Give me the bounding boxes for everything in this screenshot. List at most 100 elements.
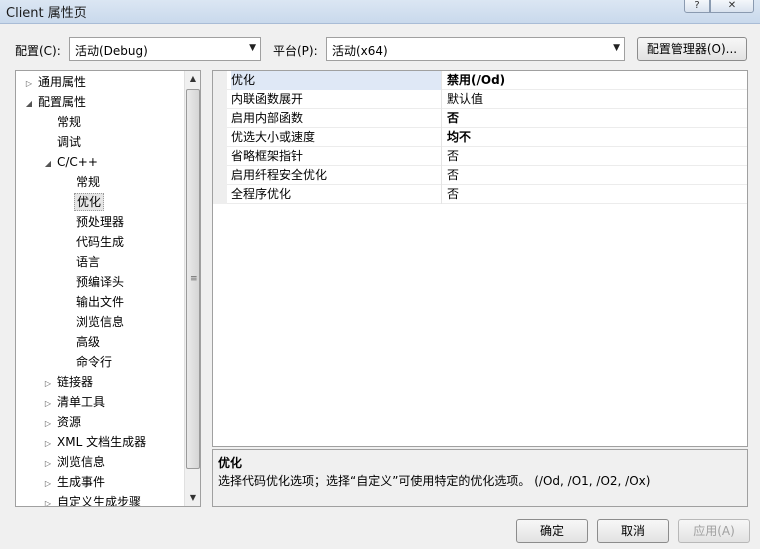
cancel-button[interactable]: 取消 xyxy=(597,519,669,543)
tree-item-label: 常规 xyxy=(76,175,101,189)
property-tree[interactable]: ▷ 通用属性 ◢ 配置属性 常规 调试 ◢ C/C++ 常规 优化 预处理器 代码生成 语言 预编译头 输出… xyxy=(15,70,201,507)
help-button[interactable]: ? xyxy=(684,0,710,13)
tree-expander-icon[interactable]: ◢ xyxy=(22,94,36,114)
scroll-up-icon[interactable]: ▲ xyxy=(185,71,201,87)
tree-scrollbar[interactable]: ▲ ≡ ▼ xyxy=(184,71,200,506)
tree-item[interactable]: 浏览信息 xyxy=(60,312,126,332)
property-row[interactable]: 全程序优化否 xyxy=(213,185,747,204)
tree-item-label: 命令行 xyxy=(76,355,113,369)
tree-expander-icon[interactable]: ▷ xyxy=(41,474,55,494)
config-select-value: 活动(Debug) xyxy=(75,44,148,58)
tree-item-label: 高级 xyxy=(76,335,101,349)
config-select[interactable]: 活动(Debug) ▼ xyxy=(69,37,261,61)
property-name: 优选大小或速度 xyxy=(231,128,442,147)
row-gutter xyxy=(213,128,227,147)
tree-item-label: 链接器 xyxy=(57,375,94,389)
property-row[interactable]: 启用内部函数否 xyxy=(213,109,747,128)
tree-item-label: 预编译头 xyxy=(76,275,125,289)
tree-item-label: 浏览信息 xyxy=(57,455,106,469)
tree-expander-icon[interactable]: ▷ xyxy=(41,454,55,474)
property-name: 全程序优化 xyxy=(231,185,442,204)
property-name: 省略框架指针 xyxy=(231,147,442,166)
tree-item-label: 调试 xyxy=(57,135,82,149)
property-value[interactable]: 否 xyxy=(447,166,459,184)
tree-expander-icon[interactable]: ▷ xyxy=(41,374,55,394)
description-text: 选择代码优化选项；选择“自定义”可使用特定的优化选项。 (/Od, /O1, /… xyxy=(218,474,651,488)
tree-item[interactable]: ▷ XML 文档生成器 xyxy=(41,432,148,452)
tree-item[interactable]: 代码生成 xyxy=(60,232,126,252)
property-value[interactable]: 否 xyxy=(447,185,459,203)
property-row[interactable]: 省略框架指针否 xyxy=(213,147,747,166)
tree-item-label: 输出文件 xyxy=(76,295,125,309)
description-panel: 优化 选择代码优化选项；选择“自定义”可使用特定的优化选项。 (/Od, /O1… xyxy=(212,449,748,507)
platform-label: 平台(P): xyxy=(273,44,318,58)
tree-expander-icon[interactable]: ▷ xyxy=(41,434,55,454)
property-value[interactable]: 否 xyxy=(447,147,459,165)
config-manager-button[interactable]: 配置管理器(O)... xyxy=(637,37,747,61)
tree-item[interactable]: 高级 xyxy=(60,332,102,352)
property-row[interactable]: 优化 禁用(/Od) xyxy=(213,71,747,90)
tree-item-label: 优化 xyxy=(74,193,105,211)
tree-item[interactable]: 命令行 xyxy=(60,352,114,372)
tree-item[interactable]: 语言 xyxy=(60,252,102,272)
tree-item[interactable]: 常规 xyxy=(60,172,102,192)
row-gutter xyxy=(213,147,227,166)
tree-item[interactable]: 优化 xyxy=(60,192,105,212)
property-row[interactable]: 内联函数展开 默认值 xyxy=(213,90,747,109)
property-name: 启用内部函数 xyxy=(231,109,442,128)
config-label: 配置(C): xyxy=(15,44,61,58)
property-row[interactable]: 优选大小或速度 均不 xyxy=(213,128,747,147)
tree-item[interactable]: ▷ 清单工具 xyxy=(41,392,107,412)
row-gutter xyxy=(213,71,227,90)
tree-item[interactable]: 预处理器 xyxy=(60,212,126,232)
close-button[interactable]: ✕ xyxy=(710,0,754,13)
property-name: 内联函数展开 xyxy=(231,90,442,109)
tree-item-label: XML 文档生成器 xyxy=(57,435,147,449)
tree-item[interactable]: ▷ 通用属性 xyxy=(22,72,88,92)
tree-item-label: 代码生成 xyxy=(76,235,125,249)
dropdown-arrow-icon: ▼ xyxy=(613,43,620,53)
tree-expander-icon[interactable]: ▷ xyxy=(41,394,55,414)
property-name: 优化 xyxy=(231,71,442,90)
window-title: Client 属性页 xyxy=(6,6,87,21)
tree-item[interactable]: ▷ 资源 xyxy=(41,412,83,432)
tree-item-label: 预处理器 xyxy=(76,215,125,229)
apply-button[interactable]: 应用(A) xyxy=(678,519,750,543)
tree-item-label: 常规 xyxy=(57,115,82,129)
property-grid[interactable]: 优化 禁用(/Od) 内联函数展开 默认值 启用内部函数否优选大小或速度 均不 省略框架指针… xyxy=(212,70,748,447)
tree-item-label: 自定义生成步骤 xyxy=(57,495,142,507)
platform-select-value: 活动(x64) xyxy=(332,44,388,58)
property-value[interactable]: 均不 xyxy=(447,128,471,146)
tree-item[interactable]: ◢ C/C++ xyxy=(41,152,100,172)
dropdown-arrow-icon: ▼ xyxy=(249,43,256,53)
row-gutter xyxy=(213,185,227,204)
property-value[interactable]: 禁用(/Od) xyxy=(447,71,505,89)
tree-item[interactable]: ▷ 链接器 xyxy=(41,372,95,392)
tree-item[interactable]: 输出文件 xyxy=(60,292,126,312)
ok-button[interactable]: 确定 xyxy=(516,519,588,543)
row-gutter xyxy=(213,109,227,128)
tree-item[interactable]: ▷ 自定义生成步骤 xyxy=(41,492,143,507)
description-title: 优化 xyxy=(218,456,243,470)
property-value[interactable]: 默认值 xyxy=(447,90,483,108)
tree-item[interactable]: 预编译头 xyxy=(60,272,126,292)
property-value[interactable]: 否 xyxy=(447,109,459,127)
tree-item-label: 配置属性 xyxy=(38,95,87,109)
tree-item[interactable]: ◢ 配置属性 xyxy=(22,92,88,112)
property-name: 启用纤程安全优化 xyxy=(231,166,442,185)
tree-item[interactable]: ▷ 浏览信息 xyxy=(41,452,107,472)
scroll-down-icon[interactable]: ▼ xyxy=(185,490,201,506)
tree-item[interactable]: 调试 xyxy=(41,132,83,152)
tree-item[interactable]: 常规 xyxy=(41,112,83,132)
scroll-thumb[interactable]: ≡ xyxy=(186,89,200,469)
row-gutter xyxy=(213,166,227,185)
platform-select[interactable]: 活动(x64) ▼ xyxy=(326,37,625,61)
tree-item[interactable]: ▷ 生成事件 xyxy=(41,472,107,492)
row-gutter xyxy=(213,90,227,109)
tree-item-label: C/C++ xyxy=(57,155,98,169)
tree-expander-icon[interactable]: ◢ xyxy=(41,154,55,174)
tree-expander-icon[interactable]: ▷ xyxy=(41,414,55,434)
tree-expander-icon[interactable]: ▷ xyxy=(22,74,36,94)
tree-expander-icon[interactable]: ▷ xyxy=(41,494,55,506)
property-row[interactable]: 启用纤程安全优化否 xyxy=(213,166,747,185)
